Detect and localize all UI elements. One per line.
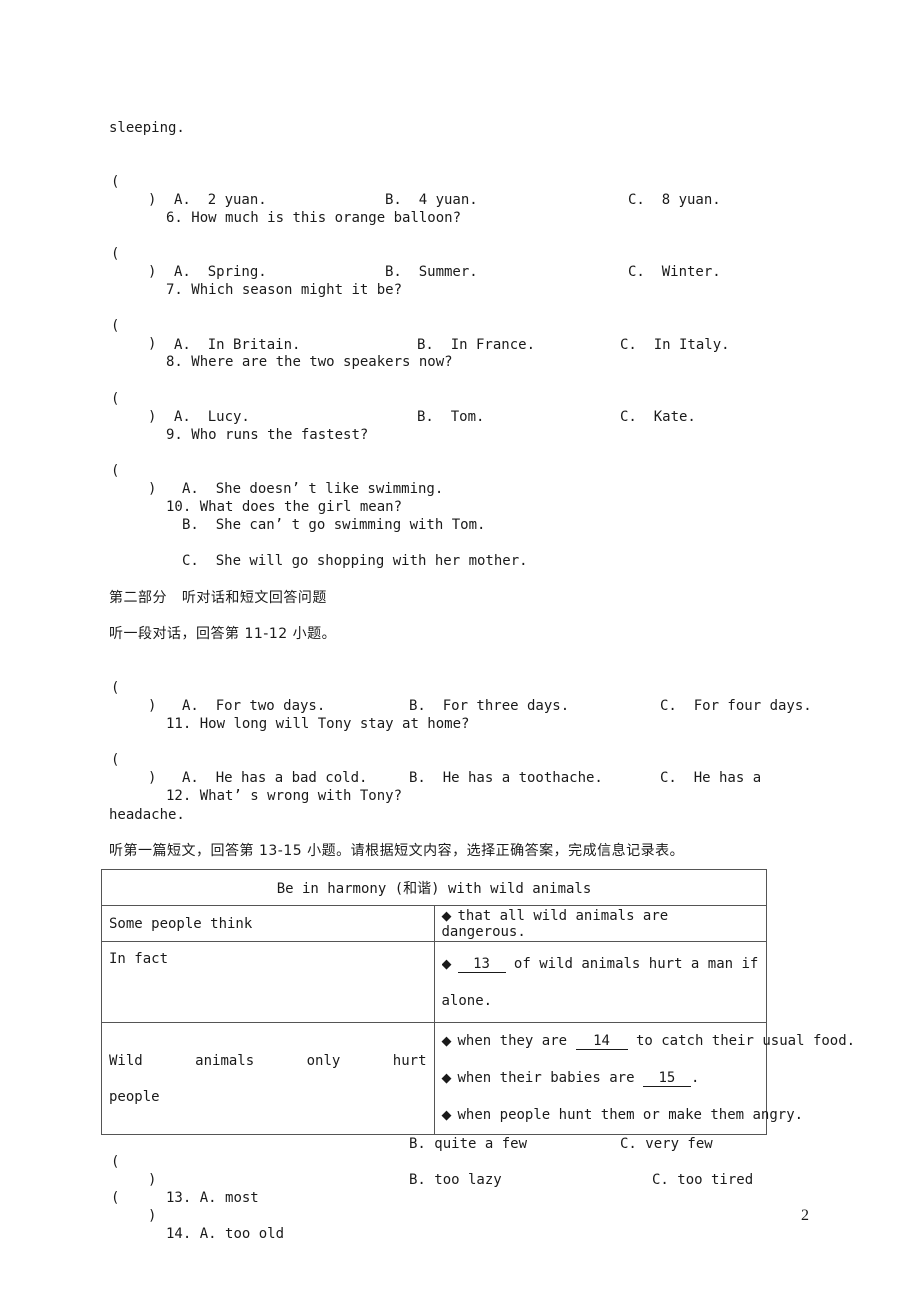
diamond-bullet-icon: ◆ bbox=[441, 908, 452, 924]
option-c: C. For four days. bbox=[660, 698, 812, 714]
answer-paren-right: ) bbox=[148, 770, 157, 786]
answer-paren-left: ( bbox=[111, 246, 120, 262]
page-number: 2 bbox=[801, 1207, 809, 1224]
option-a: A. In Britain. bbox=[174, 337, 301, 353]
option-a: A. For two days. bbox=[182, 698, 326, 714]
diamond-bullet-icon: ◆ bbox=[441, 1108, 452, 1123]
option-b: B. Summer. bbox=[385, 264, 478, 280]
answer-blank-15[interactable]: 15 bbox=[642, 1070, 691, 1087]
answer-paren-right: ) bbox=[148, 192, 157, 208]
info-record-table: Be in harmony (和谐) with wild animals Som… bbox=[101, 869, 855, 1135]
row-label: Some people think bbox=[101, 905, 435, 942]
option-b: B. She can’ t go swimming with Tom. bbox=[182, 517, 486, 533]
continuation-text: sleeping. bbox=[109, 120, 185, 136]
answer-paren-right: ) bbox=[148, 698, 157, 714]
question-text: 9. Who runs the fastest? bbox=[166, 427, 369, 443]
question-text: 12. What’ s wrong with Tony? bbox=[166, 788, 403, 804]
answer-paren-right: ) bbox=[148, 409, 157, 425]
option-b: B. 4 yuan. bbox=[385, 192, 478, 208]
option-b: B. In France. bbox=[417, 337, 536, 353]
question-8: ( ) 8. Where are the two speakers now? bbox=[111, 299, 711, 371]
option-a: A. He has a bad cold. bbox=[182, 770, 368, 786]
option-c: C. too tired bbox=[652, 1172, 754, 1188]
answer-paren-left: ( bbox=[111, 680, 120, 696]
option-a: A. 2 yuan. bbox=[174, 192, 267, 208]
option-c-wrap: headache. bbox=[109, 807, 185, 823]
diamond-bullet-icon: ◆ bbox=[441, 1071, 452, 1086]
table-row: Wild animals only hurt people ◆ when they… bbox=[101, 1022, 855, 1135]
row-content: ◆ when they are 14 to catch their usual f… bbox=[433, 1022, 855, 1135]
option-c: C. very few bbox=[620, 1136, 713, 1152]
option-c: C. 8 yuan. bbox=[628, 192, 721, 208]
question-text: 11. How long will Tony stay at home? bbox=[166, 716, 470, 732]
answer-paren-right: ) bbox=[148, 481, 157, 497]
answer-paren-left: ( bbox=[111, 1154, 120, 1170]
answer-paren-left: ( bbox=[111, 174, 120, 190]
option-b: B. For three days. bbox=[409, 698, 570, 714]
question-text: 14. A. too old bbox=[166, 1226, 285, 1242]
option-b: B. too lazy bbox=[409, 1172, 502, 1188]
answer-paren-left: ( bbox=[111, 391, 120, 407]
option-c: C. In Italy. bbox=[620, 337, 730, 353]
table-title: Be in harmony (和谐) with wild animals bbox=[101, 869, 767, 906]
row-label: Wild animals only hurt people bbox=[101, 1022, 435, 1135]
option-b: B. quite a few bbox=[409, 1136, 528, 1152]
dialogue-instruction: 听一段对话，回答第 11-12 小题。 bbox=[109, 626, 337, 642]
answer-blank-13[interactable]: 13 bbox=[457, 956, 506, 973]
question-text: 6. How much is this orange balloon? bbox=[166, 210, 462, 226]
option-c: C. Winter. bbox=[628, 264, 721, 280]
passage-instruction: 听第一篇短文，回答第 13-15 小题。请根据短文内容，选择正确答案，完成信息记… bbox=[109, 843, 685, 859]
answer-blank-14[interactable]: 14 bbox=[575, 1033, 628, 1050]
question-text: 7. Which season might it be? bbox=[166, 282, 403, 298]
answer-paren-right: ) bbox=[148, 336, 157, 352]
diamond-bullet-icon: ◆ bbox=[441, 1034, 452, 1049]
option-c: C. He has a bbox=[660, 770, 762, 786]
option-c: C. Kate. bbox=[620, 409, 696, 425]
answer-paren-left: ( bbox=[111, 1190, 120, 1206]
row-content: ◆13 of wild animals hurt a man if he lea… bbox=[433, 941, 767, 1023]
answer-paren-right: ) bbox=[148, 1208, 157, 1224]
answer-paren-left: ( bbox=[111, 463, 120, 479]
row-label: In fact bbox=[101, 941, 435, 1023]
question-text: 8. Where are the two speakers now? bbox=[166, 354, 453, 370]
table-row: In fact ◆ 13 of wild animals hurt a man i… bbox=[101, 941, 767, 1023]
option-a: A. Lucy. bbox=[174, 409, 250, 425]
answer-paren-left: ( bbox=[111, 318, 120, 334]
table-row: Some people think ◆ that all wild animals… bbox=[101, 905, 767, 942]
option-b: B. He has a toothache. bbox=[409, 770, 603, 786]
option-a: A. She doesn’ t like swimming. bbox=[182, 481, 444, 497]
answer-paren-right: ) bbox=[148, 264, 157, 280]
option-c: C. She will go shopping with her mother. bbox=[182, 553, 528, 569]
row-content: ◆ that all wild animals are dangerous. bbox=[433, 905, 767, 942]
question-text: 10. What does the girl mean? bbox=[166, 499, 403, 515]
question-14: ( ) 14. A. too old bbox=[111, 1171, 311, 1243]
option-b: B. Tom. bbox=[417, 409, 485, 425]
diamond-bullet-icon: ◆ bbox=[441, 956, 452, 972]
answer-paren-left: ( bbox=[111, 752, 120, 768]
section-heading: 第二部分 听对话和短文回答问题 bbox=[109, 590, 327, 606]
option-a: A. Spring. bbox=[174, 264, 267, 280]
